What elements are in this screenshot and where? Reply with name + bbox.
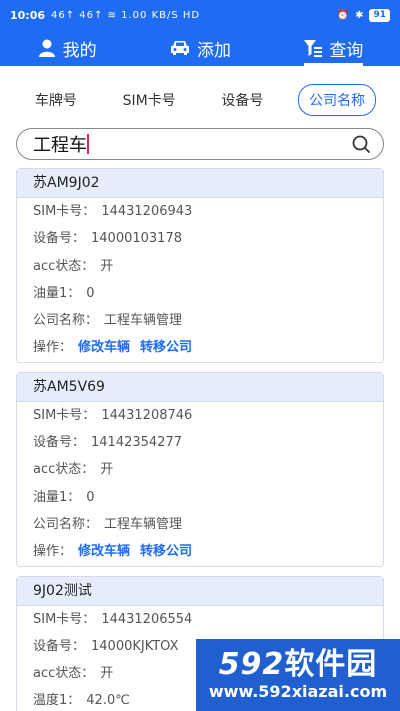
oil-label: 油量1： [33,489,81,505]
oil-label: 油量1： [33,285,81,301]
transfer-company-link[interactable]: 转移公司 [140,544,192,559]
vehicle-plate: 苏AM5V69 [17,372,383,402]
filter-company[interactable]: 公司名称 [298,84,377,116]
watermark-brand-text: 软件园 [284,647,378,682]
search-icon[interactable] [351,134,371,154]
text-cursor [87,134,89,154]
signal-icons: 46↑ 46↑ ≋ 1.00 KB/S HD [51,9,201,21]
device-value: 14000KJKTOX [91,638,179,654]
watermark-url: www.592xiazai.com [208,682,388,701]
filter-list-icon [304,40,323,57]
nav-tab-mine-label: 我的 [62,40,97,61]
vehicle-plate: 苏AM9J02 [17,169,383,198]
oil-row: 油量1： 0 [17,280,383,307]
nav-tab-mine[interactable]: 我的 [0,30,133,66]
vehicle-card: 苏AM5V69 SIM卡号： 14431208746 设备号： 1414235427… [16,371,384,567]
nav-tab-query[interactable]: 查询 [267,30,400,66]
vehicle-card: 苏AM9J02 SIM卡号： 14431206943 设备号： 1400010317… [16,168,384,363]
filter-device[interactable]: 设备号 [210,84,274,116]
filter-tabs: 车牌号 SIM卡号 设备号 公司名称 [0,84,400,116]
status-time: 10:06 [10,8,46,22]
temp-label: 温度1： [33,693,81,709]
filter-sim[interactable]: SIM卡号 [112,84,187,116]
sim-value: 14431208746 [101,407,193,423]
oil-row: 油量1： 0 [17,484,383,511]
company-value: 工程车辆管理 [104,313,183,329]
status-bar: 10:06 46↑ 46↑ ≋ 1.00 KB/S HD ⏰ ✱ 91 [0,0,400,30]
acc-row: acc状态： 开 [17,456,383,483]
device-value: 14000103178 [91,231,182,247]
edit-vehicle-link[interactable]: 修改车辆 [78,544,130,559]
person-icon [38,39,55,57]
temp-value: 42.0℃ [86,693,130,709]
acc-value: 开 [100,462,114,478]
company-label: 公司名称： [33,313,99,329]
device-row: 设备号： 14000103178 [17,225,383,252]
ops-row: 操作： 修改车辆 转移公司 [17,334,383,361]
search-box: 工程车 [16,128,384,160]
device-value: 14142354277 [91,435,182,451]
search-input[interactable]: 工程车 [33,131,87,157]
edit-vehicle-link[interactable]: 修改车辆 [78,340,130,355]
sim-value: 14431206554 [101,611,193,627]
ops-label: 操作： [33,340,73,356]
sim-label: SIM卡号： [33,204,96,219]
device-label: 设备号： [33,638,86,654]
sim-row: SIM卡号： 14431208746 [17,402,383,429]
transfer-company-link[interactable]: 转移公司 [140,340,192,355]
sim-label: SIM卡号： [33,611,96,627]
acc-row: acc状态： 开 [17,253,383,280]
company-label: 公司名称： [33,516,99,532]
acc-label: acc状态： [33,258,95,274]
oil-value: 0 [86,285,95,301]
device-label: 设备号： [33,435,86,451]
sim-value: 14431206943 [101,204,193,219]
watermark-brand-num: 592 [218,647,285,682]
watermark: 592软件园 www.592xiazai.com [196,639,400,711]
device-row: 设备号： 14142354277 [17,429,383,456]
vehicle-list: 苏AM9J02 SIM卡号： 14431206943 设备号： 1400010317… [16,168,384,711]
sim-row: SIM卡号： 14431206943 [17,198,383,225]
alarm-icon: ⏰ [336,9,350,21]
filter-plate[interactable]: 车牌号 [24,84,88,116]
ops-row: 操作： 修改车辆 转移公司 [17,538,383,565]
device-label: 设备号： [33,231,86,247]
nav-tab-add-label: 添加 [196,40,231,61]
status-right: ⏰ ✱ 91 [336,8,390,22]
nav-tab-query-label: 查询 [329,40,364,61]
vehicle-plate: 9J02测试 [17,576,383,606]
acc-value: 开 [100,666,114,682]
company-row: 公司名称： 工程车辆管理 [17,307,383,334]
battery-icon: 91 [369,8,390,22]
watermark-brand: 592软件园 [219,648,378,682]
bluetooth-icon: ✱ [355,9,364,21]
nav-tab-add[interactable]: 添加 [133,30,266,66]
sim-row: SIM卡号： 14431206554 [17,606,383,633]
acc-label: acc状态： [33,462,95,478]
sim-label: SIM卡号： [33,407,96,423]
car-icon [170,41,189,55]
acc-label: acc状态： [33,666,95,682]
top-nav: 我的 添加 查询 [0,30,400,66]
company-row: 公司名称： 工程车辆管理 [17,511,383,538]
company-value: 工程车辆管理 [104,516,183,532]
acc-value: 开 [100,258,114,274]
ops-label: 操作： [33,544,73,560]
oil-value: 0 [86,489,95,505]
